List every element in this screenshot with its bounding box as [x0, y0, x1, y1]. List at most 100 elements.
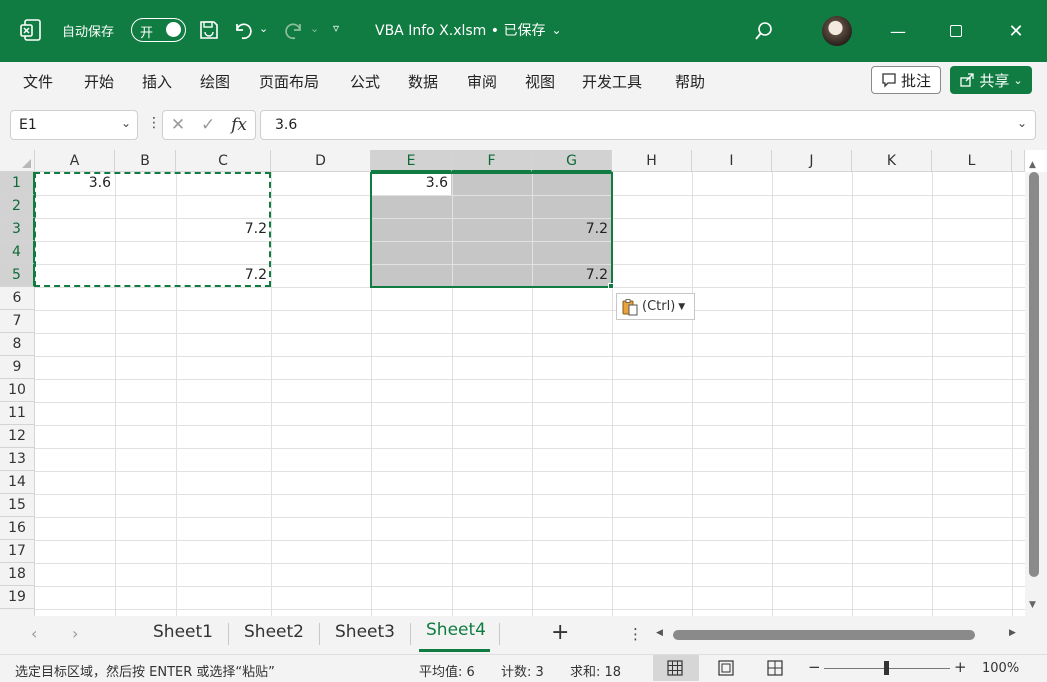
- tab-sheet4[interactable]: Sheet4: [426, 620, 486, 640]
- scroll-right-icon[interactable]: ▶: [1009, 628, 1016, 638]
- row-header-15[interactable]: 15: [0, 494, 35, 517]
- gridline: [35, 402, 1025, 403]
- more-options-icon[interactable]: ⋮: [147, 115, 161, 131]
- zoom-level[interactable]: 100%: [982, 661, 1019, 676]
- insert-function-icon[interactable]: fx: [231, 115, 247, 135]
- menu-data[interactable]: 数据: [408, 71, 438, 92]
- save-icon[interactable]: [198, 19, 220, 41]
- minimize-icon[interactable]: —: [881, 14, 915, 48]
- row-header-1[interactable]: 1: [0, 172, 35, 195]
- autosave-toggle[interactable]: 开: [131, 18, 186, 42]
- column-header-d[interactable]: D: [271, 150, 371, 172]
- fill-handle[interactable]: [608, 283, 614, 289]
- tab-sheet3[interactable]: Sheet3: [335, 622, 395, 642]
- row-header-2[interactable]: 2: [0, 195, 35, 218]
- scroll-up-icon[interactable]: ▲: [1029, 160, 1036, 170]
- tab-sheet2[interactable]: Sheet2: [244, 622, 304, 642]
- horizontal-scroll-thumb[interactable]: [673, 630, 975, 640]
- more-options-icon[interactable]: ⋮: [628, 625, 643, 643]
- undo-icon[interactable]: [232, 19, 254, 41]
- tab-divider: [319, 623, 320, 645]
- column-header-k[interactable]: K: [852, 150, 932, 172]
- column-header-i[interactable]: I: [692, 150, 772, 172]
- vertical-scroll-thumb[interactable]: [1029, 172, 1039, 577]
- row-header-20[interactable]: [0, 609, 35, 616]
- worksheet-grid[interactable]: A B C D E F G H I J K L 1 2 3 4 5 6 7 8 …: [0, 150, 1047, 616]
- menu-draw[interactable]: 绘图: [200, 71, 230, 92]
- page-layout-view-icon[interactable]: [718, 660, 734, 676]
- row-header-17[interactable]: 17: [0, 540, 35, 563]
- row-header-18[interactable]: 18: [0, 563, 35, 586]
- column-header-g[interactable]: G: [532, 150, 612, 172]
- page-break-view-icon[interactable]: [767, 660, 783, 676]
- row-header-10[interactable]: 10: [0, 379, 35, 402]
- gridline: [1012, 172, 1013, 616]
- row-header-13[interactable]: 13: [0, 448, 35, 471]
- redo-icon: [285, 23, 301, 40]
- row-header-19[interactable]: 19: [0, 586, 35, 609]
- menu-home[interactable]: 开始: [84, 71, 114, 92]
- status-count[interactable]: 计数: 3: [501, 661, 544, 680]
- formula-value: 3.6: [275, 117, 298, 133]
- document-title[interactable]: VBA Info X.xlsm • 已保存 ⌄: [375, 20, 562, 40]
- row-header-6[interactable]: 6: [0, 287, 35, 310]
- name-box[interactable]: E1 ⌄: [10, 110, 138, 140]
- row-header-14[interactable]: 14: [0, 471, 35, 494]
- scroll-down-icon[interactable]: ▼: [1029, 600, 1036, 610]
- column-header-e[interactable]: E: [371, 150, 452, 172]
- menu-review[interactable]: 审阅: [467, 71, 497, 92]
- customize-toolbar-icon[interactable]: ▿: [333, 21, 339, 35]
- row-header-16[interactable]: 16: [0, 517, 35, 540]
- select-all-button[interactable]: [0, 150, 35, 172]
- column-header-f[interactable]: F: [452, 150, 532, 172]
- zoom-in-icon[interactable]: +: [954, 658, 967, 676]
- column-header-c[interactable]: C: [176, 150, 271, 172]
- formula-input[interactable]: 3.6 ⌄: [260, 110, 1036, 140]
- row-header-5[interactable]: 5: [0, 264, 35, 287]
- close-icon[interactable]: ✕: [999, 14, 1033, 48]
- menu-file[interactable]: 文件: [23, 71, 53, 92]
- paste-options-button[interactable]: (Ctrl) ▼: [616, 293, 695, 320]
- excel-logo-icon[interactable]: [20, 19, 42, 41]
- expand-formula-icon[interactable]: ⌄: [1017, 116, 1027, 130]
- row-header-3[interactable]: 3: [0, 218, 35, 241]
- scroll-left-icon[interactable]: ◀: [656, 628, 663, 638]
- menu-view[interactable]: 视图: [525, 71, 555, 92]
- menu-insert[interactable]: 插入: [142, 71, 172, 92]
- column-header-a[interactable]: A: [35, 150, 115, 172]
- tab-sheet1[interactable]: Sheet1: [153, 622, 213, 642]
- chevron-down-icon[interactable]: ⌄: [121, 116, 131, 130]
- column-header-b[interactable]: B: [115, 150, 176, 172]
- menu-developer[interactable]: 开发工具: [582, 71, 642, 92]
- row-header-11[interactable]: 11: [0, 402, 35, 425]
- row-header-8[interactable]: 8: [0, 333, 35, 356]
- prev-sheet-icon[interactable]: ‹: [31, 624, 37, 643]
- cancel-icon[interactable]: ✕: [171, 115, 185, 135]
- column-header-j[interactable]: J: [772, 150, 852, 172]
- add-sheet-icon[interactable]: +: [551, 620, 569, 645]
- status-average[interactable]: 平均值: 6: [419, 661, 475, 680]
- row-header-4[interactable]: 4: [0, 241, 35, 264]
- tab-divider: [499, 623, 500, 645]
- enter-icon[interactable]: ✓: [201, 115, 215, 135]
- comment-button[interactable]: 批注: [871, 66, 941, 94]
- column-header-h[interactable]: H: [612, 150, 692, 172]
- status-sum[interactable]: 求和: 18: [570, 661, 621, 680]
- undo-dropdown-icon[interactable]: ⌄: [259, 22, 268, 35]
- menu-formulas[interactable]: 公式: [350, 71, 380, 92]
- share-button[interactable]: 共享 ⌄: [950, 66, 1032, 94]
- row-header-7[interactable]: 7: [0, 310, 35, 333]
- zoom-out-icon[interactable]: −: [808, 658, 821, 676]
- search-icon[interactable]: [754, 21, 774, 41]
- zoom-slider-thumb[interactable]: [884, 661, 889, 675]
- next-sheet-icon[interactable]: ›: [72, 624, 78, 643]
- paste-options-label: (Ctrl): [642, 299, 676, 314]
- row-header-12[interactable]: 12: [0, 425, 35, 448]
- menu-help[interactable]: 帮助: [675, 71, 705, 92]
- maximize-icon[interactable]: [939, 14, 973, 48]
- avatar[interactable]: [822, 16, 852, 46]
- row-header-9[interactable]: 9: [0, 356, 35, 379]
- column-header-l[interactable]: L: [932, 150, 1012, 172]
- menu-page-layout[interactable]: 页面布局: [259, 71, 319, 92]
- column-header-m[interactable]: [1012, 150, 1025, 172]
